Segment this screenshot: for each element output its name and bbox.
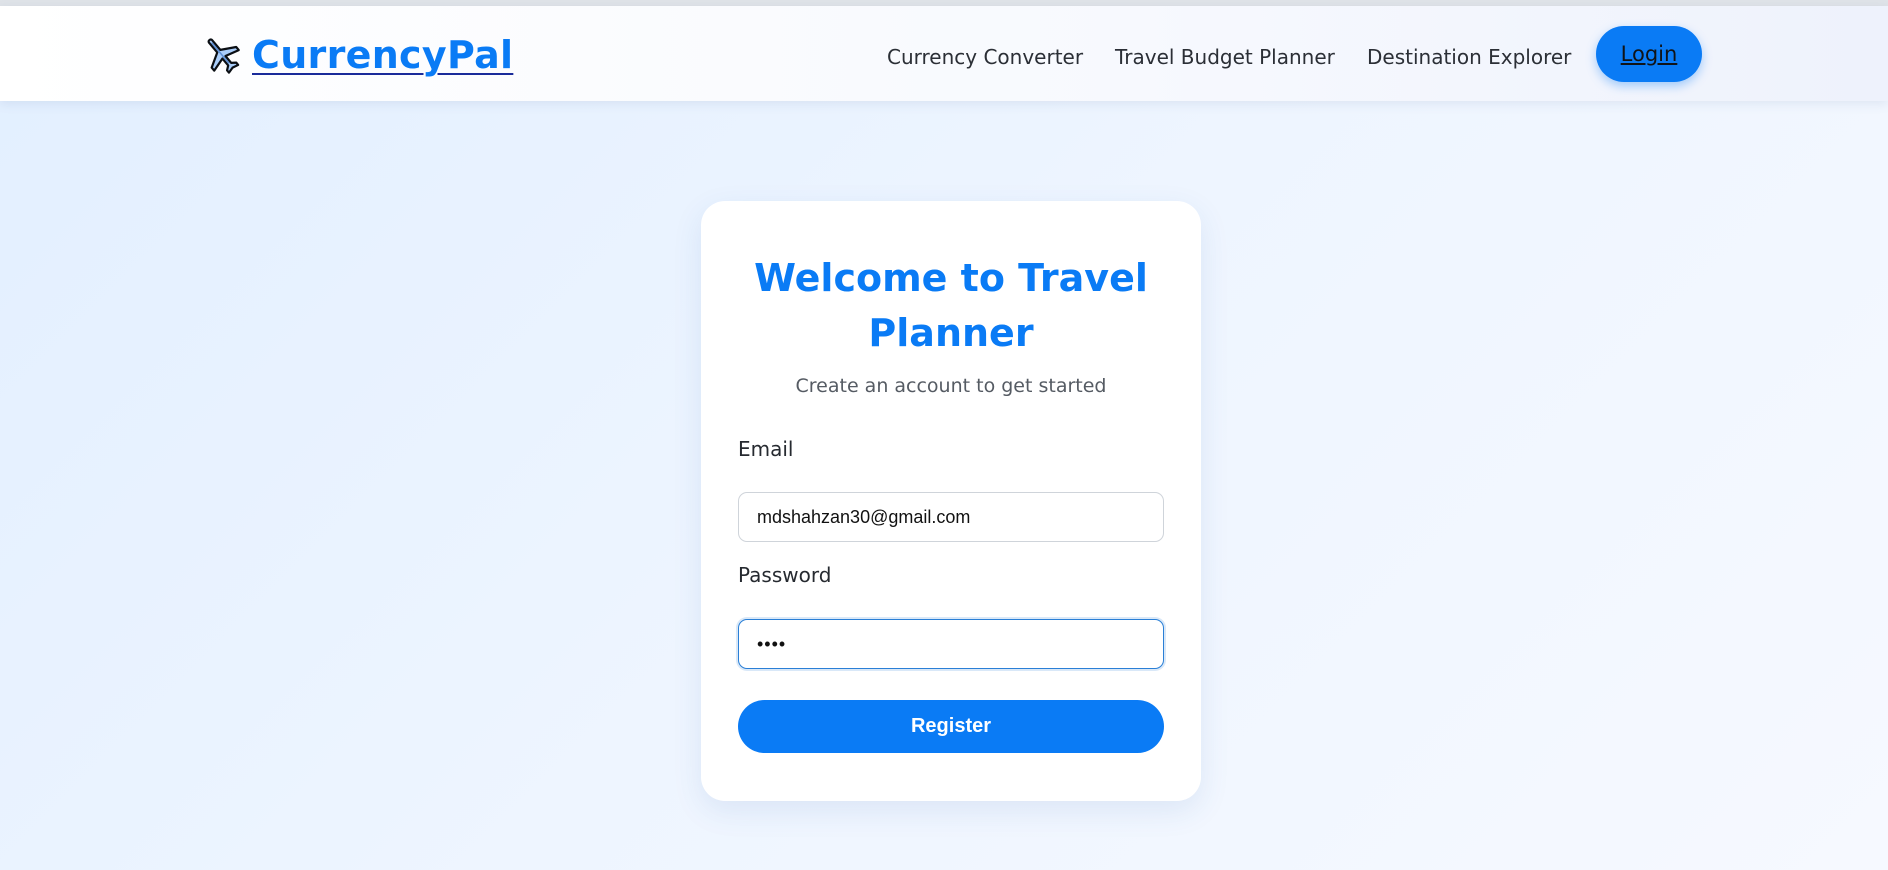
login-button[interactable]: Login [1596,26,1702,82]
register-button[interactable]: Register [738,700,1164,753]
password-field[interactable] [738,619,1164,669]
register-card: Welcome to Travel Planner Create an acco… [701,201,1201,801]
nav-link-destination-explorer[interactable]: Destination Explorer [1367,45,1571,69]
card-subtitle: Create an account to get started [795,375,1107,397]
nav-link-currency-converter[interactable]: Currency Converter [887,45,1083,69]
email-label: Email [738,437,794,461]
email-field[interactable] [738,492,1164,542]
card-title: Welcome to Travel Planner [754,256,1148,355]
navbar: CurrencyPal Currency Converter Travel Bu… [0,6,1888,101]
nav-link-travel-budget-planner[interactable]: Travel Budget Planner [1115,45,1335,69]
password-label: Password [738,563,832,587]
